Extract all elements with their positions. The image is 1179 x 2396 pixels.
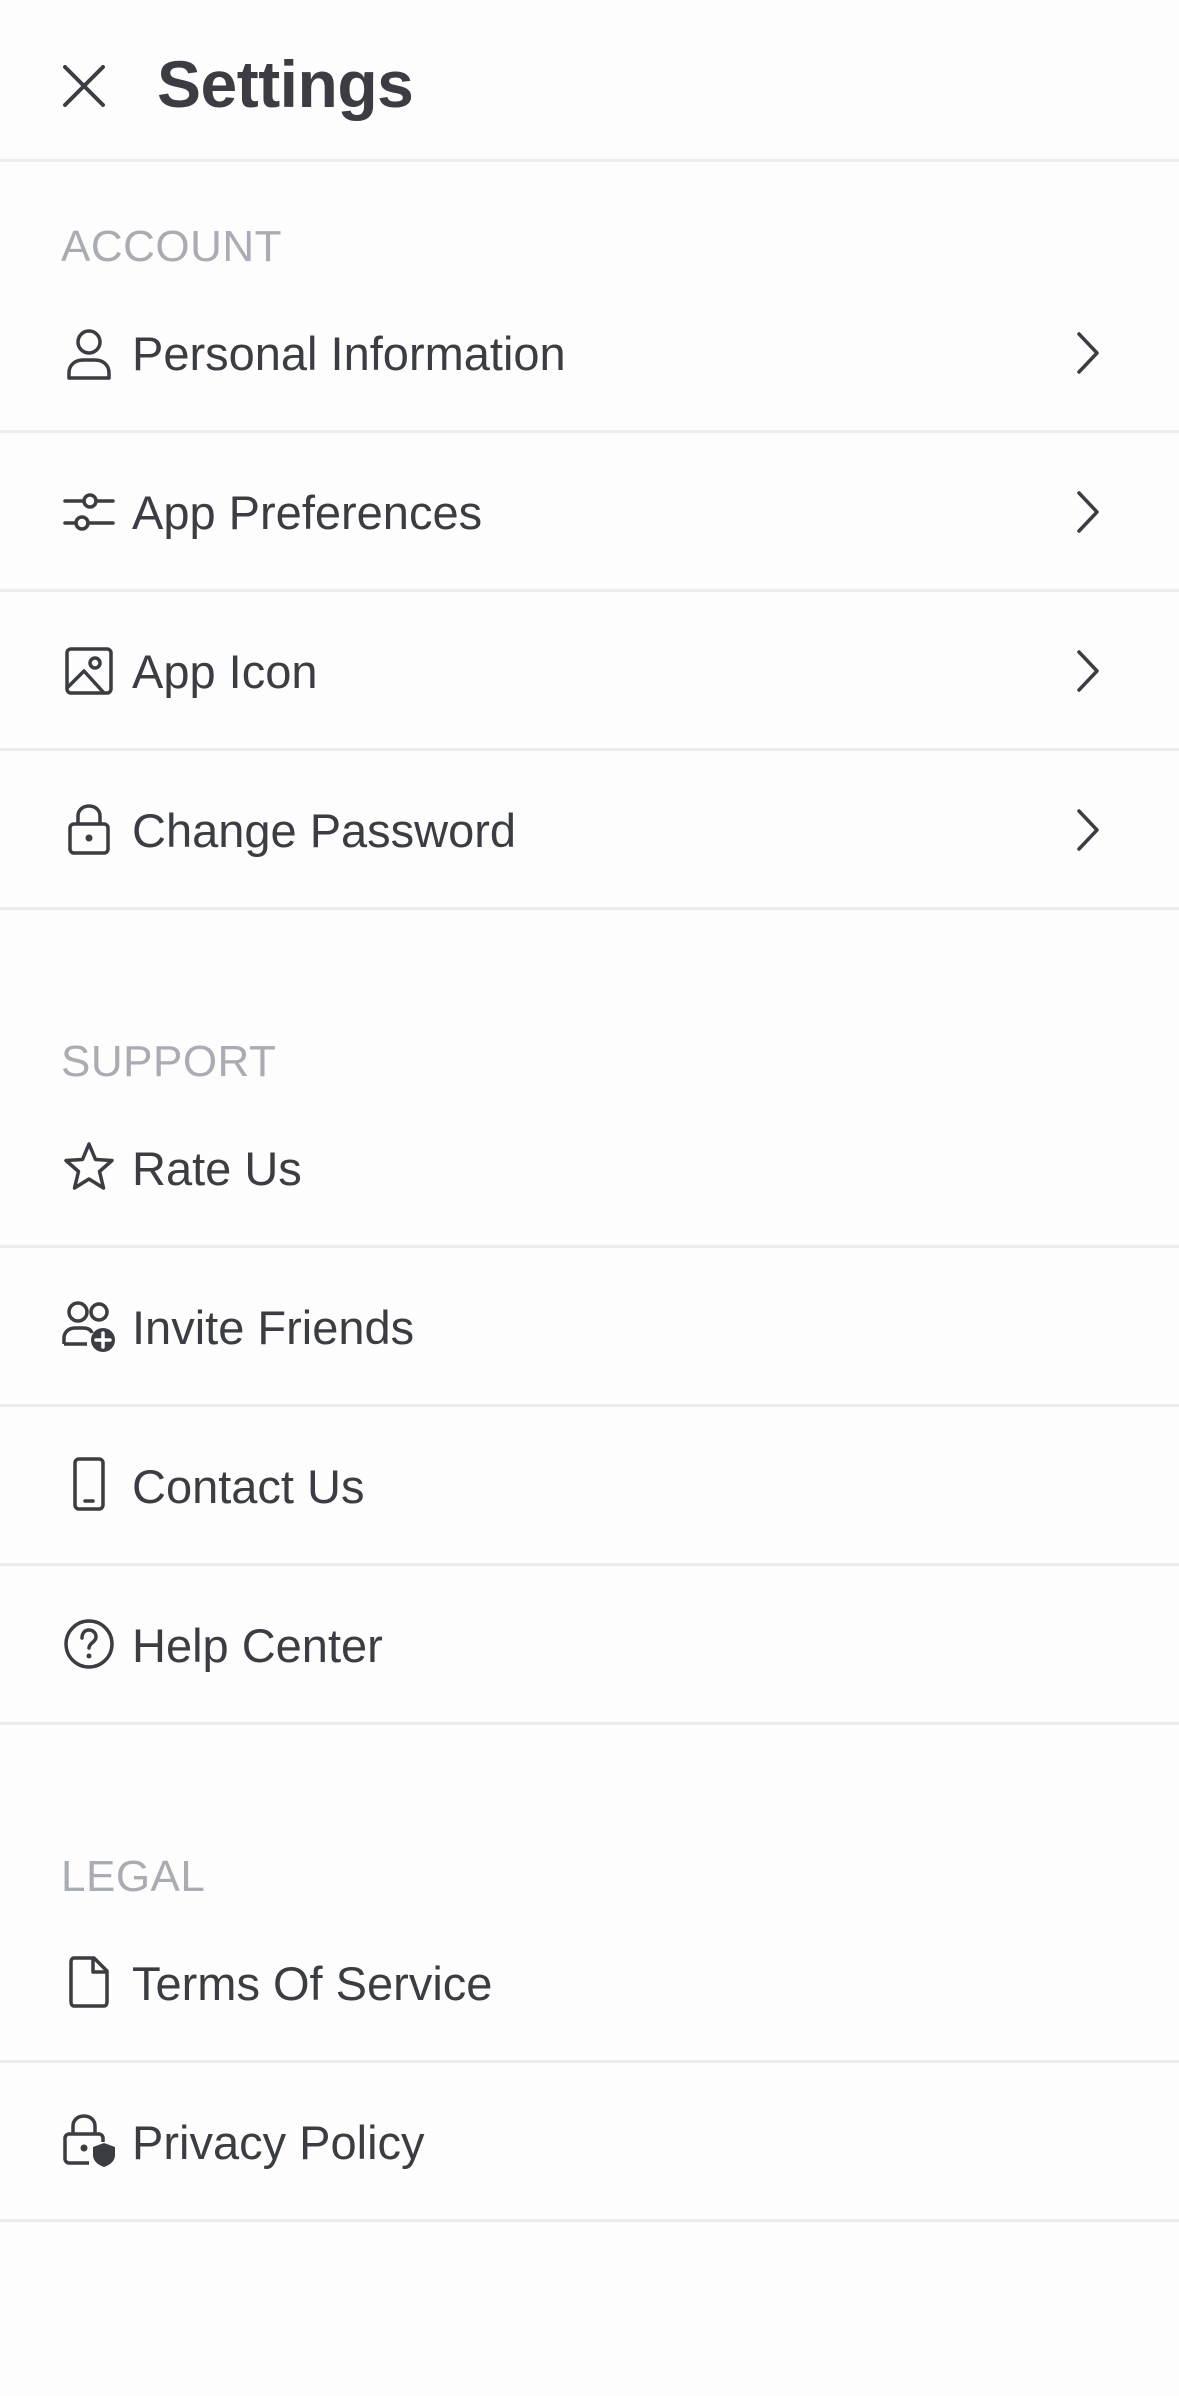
close-icon xyxy=(61,63,107,109)
close-button[interactable] xyxy=(48,50,120,122)
settings-item-app-icon[interactable]: App Icon xyxy=(0,592,1179,751)
help-circle-icon xyxy=(60,1615,118,1673)
settings-item-app-preferences[interactable]: App Preferences xyxy=(0,433,1179,592)
image-icon xyxy=(60,642,118,700)
chevron-right-icon xyxy=(1066,804,1110,856)
person-icon xyxy=(60,325,118,383)
settings-item-label: Personal Information xyxy=(132,327,566,380)
section-label-account: ACCOUNT xyxy=(61,222,283,271)
chevron-right-icon xyxy=(1066,645,1110,697)
lock-icon xyxy=(60,800,118,858)
sliders-icon xyxy=(60,483,118,541)
section-label-support: SUPPORT xyxy=(61,1037,277,1086)
chevron-right-icon xyxy=(1066,327,1110,379)
phone-icon xyxy=(60,1455,118,1513)
header-bar: Settings xyxy=(0,0,1179,162)
settings-item-label: Rate Us xyxy=(132,1142,302,1195)
settings-item-personal-information[interactable]: Personal Information xyxy=(0,274,1179,433)
settings-item-help-center[interactable]: Help Center xyxy=(0,1566,1179,1725)
star-icon xyxy=(60,1138,118,1196)
settings-item-contact-us[interactable]: Contact Us xyxy=(0,1407,1179,1566)
settings-item-label: Privacy Policy xyxy=(132,2116,425,2169)
document-icon xyxy=(60,1953,118,2011)
add-users-icon xyxy=(60,1297,118,1355)
settings-item-label: Contact Us xyxy=(132,1460,365,1513)
settings-item-terms-of-service[interactable]: Terms Of Service xyxy=(0,1904,1179,2063)
page-title: Settings xyxy=(157,47,414,121)
privacy-lock-icon xyxy=(60,2111,118,2169)
settings-item-rate-us[interactable]: Rate Us xyxy=(0,1089,1179,1248)
settings-item-invite-friends[interactable]: Invite Friends xyxy=(0,1248,1179,1407)
settings-item-label: Invite Friends xyxy=(132,1301,415,1354)
chevron-right-icon xyxy=(1066,486,1110,538)
section-label-legal: LEGAL xyxy=(61,1852,206,1901)
settings-item-label: Change Password xyxy=(132,804,517,857)
settings-item-label: App Icon xyxy=(132,645,318,698)
settings-item-change-password[interactable]: Change Password xyxy=(0,751,1179,910)
settings-item-label: Terms Of Service xyxy=(132,1957,493,2010)
settings-item-privacy-policy[interactable]: Privacy Policy xyxy=(0,2063,1179,2222)
settings-item-label: App Preferences xyxy=(132,486,483,539)
settings-item-label: Help Center xyxy=(132,1619,383,1672)
